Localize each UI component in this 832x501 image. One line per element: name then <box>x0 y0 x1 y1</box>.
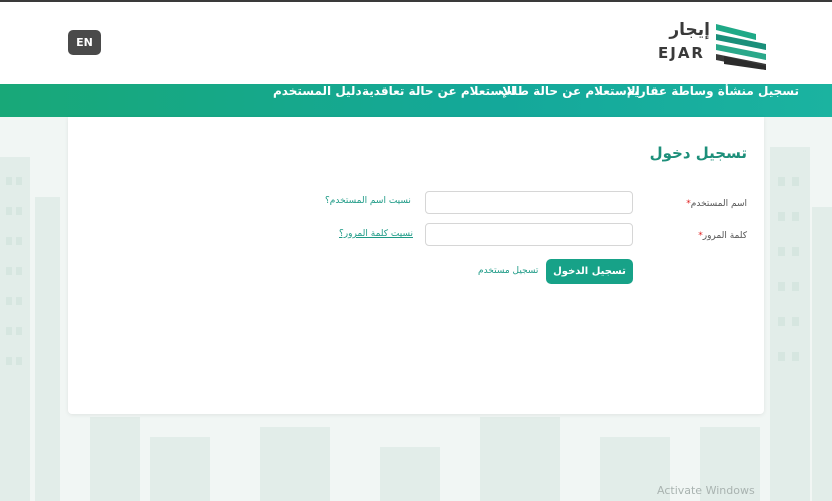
username-label-text: اسم المستخدم <box>690 199 747 209</box>
password-label: كلمة المرور* <box>667 231 747 241</box>
login-title: تسجيل دخول <box>649 144 747 162</box>
register-user-link[interactable]: تسجيل مستخدم <box>478 266 538 276</box>
ejar-logo[interactable]: إيجار EJAR <box>656 18 766 70</box>
forgot-password-link[interactable]: نسيت كلمة المرور؟ <box>339 229 413 239</box>
site-header: EN إيجار EJAR <box>0 2 832 84</box>
nav-item-register-brokerage[interactable]: تسجيل منشأة وساطة عقارية <box>627 84 799 117</box>
password-label-text: كلمة المرور <box>702 231 747 241</box>
activate-windows-watermark: Activate Windows <box>657 484 755 497</box>
nav-item-request-status[interactable]: الإستعلام عن حالة طلب <box>500 84 640 117</box>
main-navigation: تسجيل منشأة وساطة عقارية الإستعلام عن حا… <box>0 84 832 117</box>
logo-stripes-icon <box>716 24 766 70</box>
logo-english-text: EJAR <box>658 44 705 62</box>
username-label: اسم المستخدم* <box>667 199 747 209</box>
password-input[interactable] <box>425 223 633 246</box>
login-card: تسجيل دخول اسم المستخدم* نسيت اسم المستخ… <box>68 117 764 414</box>
nav-item-contract-status[interactable]: الإستعلام عن حالة تعاقدية <box>362 84 515 117</box>
login-button[interactable]: تسجيل الدخول <box>546 259 633 284</box>
language-toggle-button[interactable]: EN <box>68 30 101 55</box>
username-input[interactable] <box>425 191 633 214</box>
nav-item-user-guide[interactable]: دليل المستخدم <box>273 84 362 117</box>
logo-arabic-text: إيجار <box>669 20 710 40</box>
forgot-username-link[interactable]: نسيت اسم المستخدم؟ <box>325 196 411 206</box>
